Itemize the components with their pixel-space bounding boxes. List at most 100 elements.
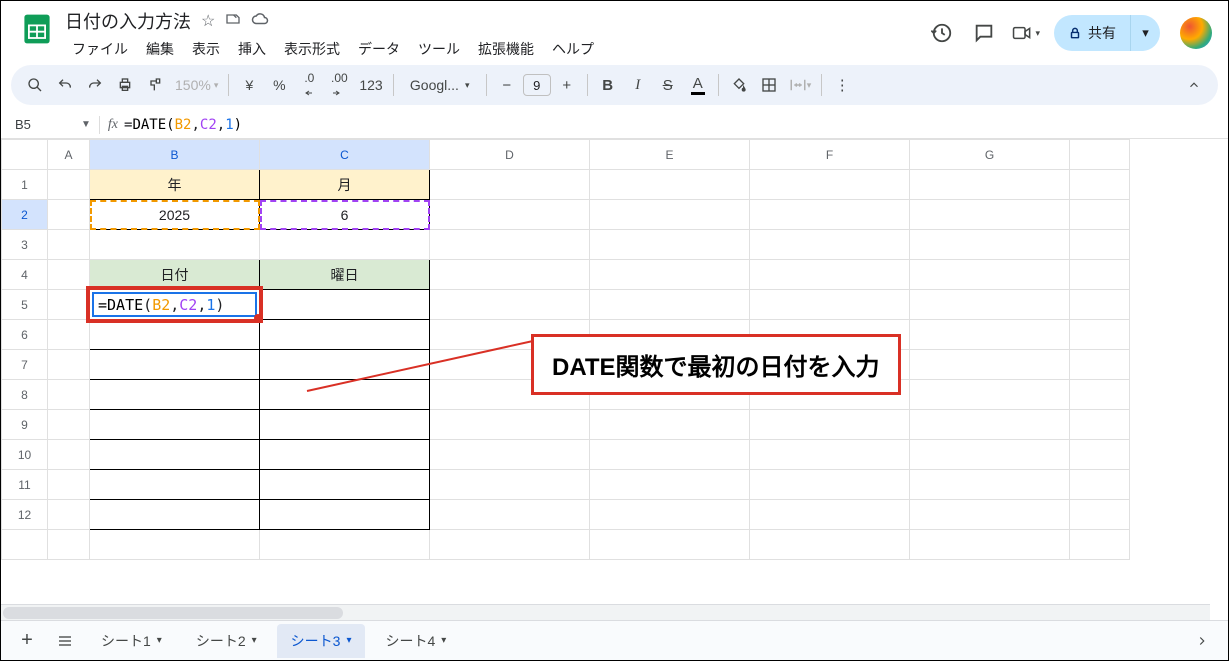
cell-C10[interactable] [260, 440, 430, 470]
col-header-F[interactable]: F [750, 140, 910, 170]
col-header-A[interactable]: A [48, 140, 90, 170]
meet-icon[interactable]: ▾ [1012, 19, 1040, 47]
row-header-12[interactable]: 12 [2, 500, 48, 530]
bold-button[interactable]: B [594, 71, 622, 99]
font-select[interactable]: Googl... ▾ [400, 71, 480, 99]
formula-input[interactable]: =DATE(B2,C2,1) [124, 117, 242, 133]
cell-B4[interactable]: 日付 [90, 260, 260, 290]
col-header-E[interactable]: E [590, 140, 750, 170]
text-color-button[interactable]: A [684, 71, 712, 99]
merge-button[interactable]: ▾ [785, 71, 816, 99]
menu-tools[interactable]: ツール [411, 35, 467, 63]
doc-title[interactable]: 日付の入力方法 [65, 8, 191, 34]
font-size-decrease[interactable]: − [493, 71, 521, 99]
row-header-5[interactable]: 5 [2, 290, 48, 320]
explore-button[interactable] [1186, 625, 1218, 657]
cell-C11[interactable] [260, 470, 430, 500]
comment-icon[interactable] [970, 19, 998, 47]
add-sheet-button[interactable]: + [11, 625, 43, 657]
row-header-4[interactable]: 4 [2, 260, 48, 290]
cell-C1[interactable]: 月 [260, 170, 430, 200]
italic-button[interactable]: I [624, 71, 652, 99]
col-header-D[interactable]: D [430, 140, 590, 170]
font-size-increase[interactable]: + [553, 71, 581, 99]
zoom-select[interactable]: 150% ▾ [171, 71, 222, 99]
select-all-corner[interactable] [2, 140, 48, 170]
menu-edit[interactable]: 編集 [139, 35, 181, 63]
row-header-10[interactable]: 10 [2, 440, 48, 470]
increase-decimal-button[interactable]: .00 [325, 71, 353, 99]
redo-icon[interactable] [81, 71, 109, 99]
row-header-7[interactable]: 7 [2, 350, 48, 380]
formula-toggle-handle[interactable] [254, 314, 262, 322]
paint-format-icon[interactable] [141, 71, 169, 99]
strike-button[interactable]: S [654, 71, 682, 99]
print-icon[interactable] [111, 71, 139, 99]
name-box[interactable]: B5 [11, 115, 81, 134]
sheet-tab-4[interactable]: シート4▾ [371, 624, 460, 658]
number-format-button[interactable]: 123 [355, 71, 386, 99]
cell-C5[interactable] [260, 290, 430, 320]
move-icon[interactable] [225, 11, 241, 31]
row-header-13[interactable] [2, 530, 48, 560]
borders-button[interactable] [755, 71, 783, 99]
row-header-8[interactable]: 8 [2, 380, 48, 410]
row-header-11[interactable]: 11 [2, 470, 48, 500]
name-box-dropdown-icon[interactable]: ▼ [81, 119, 99, 130]
row-header-9[interactable]: 9 [2, 410, 48, 440]
sheet-tab-3[interactable]: シート3▾ [277, 624, 366, 658]
spreadsheet-grid[interactable]: A B C D E F G 1年月 220256 3 4日付曜日 5 =DATE… [1, 139, 1228, 584]
cell-B11[interactable] [90, 470, 260, 500]
menu-view[interactable]: 表示 [185, 35, 227, 63]
row-header-2[interactable]: 2 [2, 200, 48, 230]
menu-format[interactable]: 表示形式 [277, 35, 347, 63]
share-dropdown[interactable]: ▾ [1130, 15, 1160, 51]
cell-C9[interactable] [260, 410, 430, 440]
fill-color-button[interactable] [725, 71, 753, 99]
cell-B6[interactable] [90, 320, 260, 350]
cell-B7[interactable] [90, 350, 260, 380]
row-header-1[interactable]: 1 [2, 170, 48, 200]
menu-file[interactable]: ファイル [65, 35, 135, 63]
cloud-status-icon[interactable] [251, 11, 269, 31]
cell-B5-editor[interactable]: =DATE(B2,C2,1) [92, 292, 257, 317]
all-sheets-button[interactable] [49, 625, 81, 657]
font-size-input[interactable]: 9 [523, 74, 551, 96]
cell-B1[interactable]: 年 [90, 170, 260, 200]
col-header-edge[interactable] [1070, 140, 1130, 170]
collapse-toolbar-icon[interactable] [1180, 71, 1208, 99]
cell-B12[interactable] [90, 500, 260, 530]
menu-extensions[interactable]: 拡張機能 [471, 35, 541, 63]
col-header-B[interactable]: B [90, 140, 260, 170]
row-header-3[interactable]: 3 [2, 230, 48, 260]
cell-B2[interactable]: 2025 [90, 200, 260, 230]
menu-help[interactable]: ヘルプ [545, 35, 601, 63]
star-icon[interactable]: ☆ [201, 11, 215, 31]
history-icon[interactable] [928, 19, 956, 47]
decrease-decimal-button[interactable]: .0 [295, 71, 323, 99]
undo-icon[interactable] [51, 71, 79, 99]
cell-C6[interactable] [260, 320, 430, 350]
account-avatar[interactable] [1180, 17, 1212, 49]
row-header-6[interactable]: 6 [2, 320, 48, 350]
col-header-C[interactable]: C [260, 140, 430, 170]
cell-B10[interactable] [90, 440, 260, 470]
cell-C4[interactable]: 曜日 [260, 260, 430, 290]
sheets-logo[interactable] [17, 9, 57, 49]
cell-B5[interactable]: =DATE(B2,C2,1) [90, 290, 260, 320]
menu-data[interactable]: データ [351, 35, 407, 63]
menu-insert[interactable]: 挿入 [231, 35, 273, 63]
cell-B9[interactable] [90, 410, 260, 440]
cell-B8[interactable] [90, 380, 260, 410]
currency-button[interactable]: ¥ [235, 71, 263, 99]
cell-C2[interactable]: 6 [260, 200, 430, 230]
horizontal-scrollbar[interactable] [1, 604, 1210, 620]
sheet-tab-1[interactable]: シート1▾ [87, 624, 176, 658]
cell-C8[interactable] [260, 380, 430, 410]
cell-C7[interactable] [260, 350, 430, 380]
search-menus-icon[interactable] [21, 71, 49, 99]
sheet-tab-2[interactable]: シート2▾ [182, 624, 271, 658]
percent-button[interactable]: % [265, 71, 293, 99]
more-toolbar-icon[interactable]: ⋮ [828, 71, 856, 99]
col-header-G[interactable]: G [910, 140, 1070, 170]
